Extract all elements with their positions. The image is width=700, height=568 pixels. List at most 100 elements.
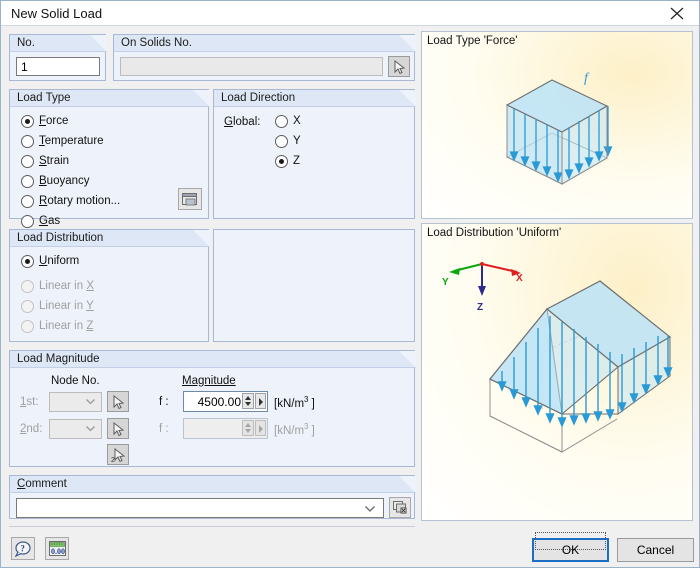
- dialog-window-icon: [182, 193, 197, 206]
- comment-group: Comment: [9, 475, 416, 519]
- uniform-distribution-diagram: X Y Z: [442, 262, 673, 453]
- svg-text:?: ?: [20, 544, 25, 554]
- pick-cursor-icon: [113, 395, 125, 410]
- radio-direction-y[interactable]: [275, 135, 288, 148]
- load-distribution-group: Load Distribution Uniform Linear in X Li…: [9, 229, 210, 342]
- help-button[interactable]: ?: [11, 537, 35, 560]
- on-solids-input[interactable]: [120, 57, 383, 76]
- unit-label-1: [kN/m3 ]: [274, 395, 315, 410]
- chevron-down-icon: [86, 399, 95, 405]
- cancel-button-label: Cancel: [636, 543, 675, 557]
- pick-solids-button[interactable]: [388, 56, 410, 77]
- direction-label-z: Z: [293, 155, 301, 167]
- pick-cursor-icon: [113, 422, 125, 437]
- distribution-label-linear-y: Y: [86, 300, 94, 312]
- magnitude-dropdown-2: [255, 420, 266, 436]
- load-type-group-header: Load Type: [10, 90, 210, 107]
- comment-combo[interactable]: [16, 498, 384, 518]
- radio-load-type-gas[interactable]: [21, 215, 34, 228]
- load-distribution-group-header: Load Distribution: [10, 230, 210, 247]
- magnitude-value-1: 4500.00: [197, 395, 241, 409]
- load-direction-group-header: Load Direction: [214, 90, 416, 107]
- radio-dot: [25, 119, 30, 124]
- pick-node-button-1[interactable]: [107, 391, 129, 412]
- radio-dot: [25, 259, 30, 264]
- pick-two-nodes-button[interactable]: 2: [107, 444, 129, 465]
- direction-label-x: X: [293, 115, 301, 127]
- axis-label-z: Z: [477, 302, 483, 313]
- row-label-2nd: nd:: [26, 423, 43, 435]
- pick-two-nodes-icon: 2: [111, 448, 126, 463]
- units-button[interactable]: 0.00: [45, 537, 69, 560]
- radio-load-type-temperature[interactable]: [21, 135, 34, 148]
- distribution-preview-placeholder: [213, 229, 415, 342]
- magnitude-spinner-1[interactable]: 4500.00: [183, 391, 268, 412]
- pick-cursor-icon: [394, 60, 406, 75]
- preview-load-distribution-caption: Load Distribution 'Uniform': [427, 227, 562, 239]
- pick-node-button-2[interactable]: [107, 418, 129, 439]
- chevron-right-icon: [259, 425, 263, 433]
- group-notch: [399, 35, 416, 52]
- radio-distribution-uniform[interactable]: [21, 255, 34, 268]
- load-magnitude-group-header-label: Load Magnitude: [17, 353, 100, 365]
- close-icon[interactable]: [654, 1, 699, 25]
- stepper-arrows-icon: [245, 423, 251, 433]
- load-type-label-rotary-motion: otary motion...: [47, 195, 121, 207]
- unit-label-2: [kN/m3 ]: [274, 422, 315, 437]
- preview-load-type-caption: Load Type 'Force': [427, 35, 518, 47]
- radio-load-type-rotary-motion[interactable]: [21, 195, 34, 208]
- rotary-motion-settings-button[interactable]: [178, 188, 202, 210]
- f-label-1: f :: [159, 396, 169, 408]
- preview-load-type: Load Type 'Force' f: [421, 31, 693, 219]
- load-type-label-temperature: emperature: [44, 135, 104, 147]
- chevron-down-icon: [365, 506, 375, 512]
- new-solid-load-dialog: New Solid Load No. On Solids No. Load: [0, 0, 700, 568]
- global-label: lobal:: [232, 116, 261, 128]
- load-number-input[interactable]: [16, 57, 100, 76]
- load-type-label-gas: as: [47, 215, 61, 227]
- units-value-icon: 0.00: [49, 541, 66, 556]
- load-distribution-group-header-label: Load Distribution: [17, 232, 104, 244]
- comment-library-icon: [393, 501, 407, 514]
- load-direction-group: Load Direction Global: X Y Z: [213, 89, 416, 219]
- f-label-2: f :: [159, 423, 169, 435]
- radio-load-type-strain[interactable]: [21, 155, 34, 168]
- magnitude-dropdown-1[interactable]: [255, 393, 266, 409]
- axis-label-x: X: [516, 273, 523, 284]
- radio-distribution-linear-x: [21, 280, 34, 293]
- load-type-label-buoyancy: uoyancy: [46, 175, 90, 187]
- ok-button[interactable]: OK: [532, 532, 609, 562]
- footer-separator: [9, 526, 415, 527]
- no-group-header: No.: [10, 35, 107, 52]
- load-magnitude-group: Load Magnitude Node No. Magnitude 1st: f…: [9, 350, 416, 467]
- on-solids-group: On Solids No.: [113, 34, 416, 81]
- ok-button-label: OK: [561, 543, 580, 557]
- load-type-group-header-label: Load Type: [17, 92, 71, 104]
- svg-text:2: 2: [111, 457, 115, 463]
- radio-direction-x[interactable]: [275, 115, 288, 128]
- row-label-1st: st:: [26, 396, 39, 408]
- node-no-combo-1[interactable]: [49, 392, 102, 412]
- magnitude-column-label: Magnitude: [182, 375, 236, 387]
- cancel-button[interactable]: Cancel: [617, 538, 694, 562]
- radio-direction-z[interactable]: [275, 155, 288, 168]
- group-notch: [399, 351, 416, 368]
- group-notch: [193, 90, 210, 107]
- radio-load-type-buoyancy[interactable]: [21, 175, 34, 188]
- axis-label-y: Y: [442, 277, 449, 288]
- stepper-arrows-icon: [245, 396, 251, 406]
- node-no-combo-2[interactable]: [49, 419, 102, 439]
- no-group: No.: [9, 34, 107, 81]
- group-notch: [90, 35, 107, 52]
- force-box-diagram: f: [505, 71, 613, 185]
- axis-triad: X Y Z: [442, 262, 523, 313]
- magnitude-stepper-1[interactable]: [242, 393, 254, 409]
- group-notch: [399, 90, 416, 107]
- radio-load-type-force[interactable]: [21, 115, 34, 128]
- help-question-icon: ?: [15, 541, 31, 557]
- chevron-down-icon: [86, 426, 95, 432]
- magnitude-stepper-2: [242, 420, 254, 436]
- load-magnitude-group-header: Load Magnitude: [10, 351, 416, 368]
- close-x-glyph: [670, 7, 684, 20]
- comment-library-button[interactable]: [389, 497, 411, 518]
